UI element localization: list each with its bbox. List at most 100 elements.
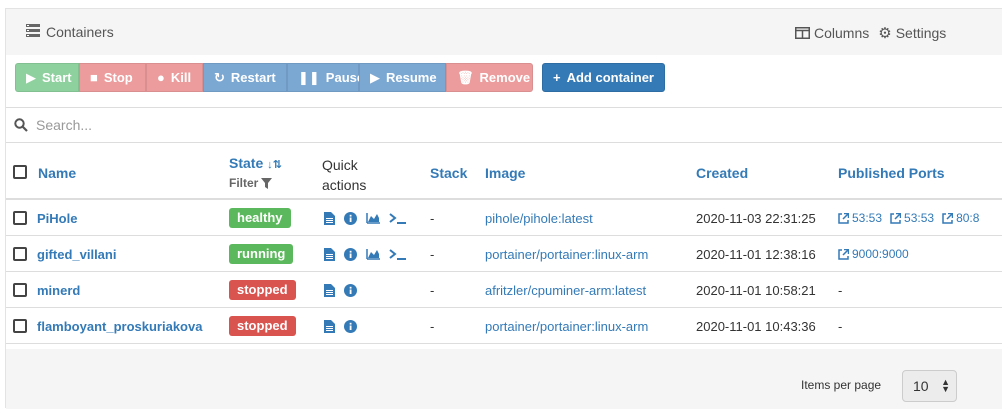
panel-header: Containers Columns ⚙ Settings [6, 9, 1002, 55]
image-link[interactable]: afritzler/cpuminer-arm:latest [485, 283, 646, 298]
info-icon[interactable] [344, 319, 357, 333]
select-arrows-icon: ▲ ▼ [941, 377, 950, 394]
kill-label: Kill [170, 70, 192, 85]
column-stack[interactable]: Stack [430, 165, 467, 181]
image-link[interactable]: pihole/pihole:latest [485, 211, 593, 226]
published-port-link[interactable]: 9000:9000 [838, 247, 909, 261]
column-image[interactable]: Image [485, 165, 525, 181]
kill-button[interactable]: ● Kill [146, 63, 203, 92]
column-published-ports[interactable]: Published Ports [838, 165, 945, 181]
items-per-page-select[interactable]: 10 ▲ ▼ [902, 370, 957, 402]
settings-button[interactable]: ⚙ Settings [878, 24, 946, 42]
columns-label: Columns [814, 25, 870, 41]
row-checkbox[interactable] [13, 283, 27, 297]
search-input[interactable] [36, 117, 636, 133]
search-bar [6, 107, 1002, 143]
file-icon[interactable] [324, 211, 335, 225]
table-footer: Items per page 10 ▲ ▼ [6, 349, 1002, 409]
info-icon[interactable] [344, 211, 357, 225]
info-icon[interactable] [344, 247, 357, 261]
container-name-link[interactable]: flamboyant_proskuriakova [37, 319, 202, 334]
published-port-link[interactable]: 53:53 [838, 211, 882, 225]
area-chart-icon[interactable] [366, 212, 380, 224]
created-value: 2020-11-03 22:31:25 [696, 210, 816, 226]
trash-icon: 🗑 [457, 69, 474, 85]
port-text: 80:8 [956, 211, 980, 225]
file-icon[interactable] [324, 247, 335, 261]
select-all-checkbox[interactable] [13, 165, 27, 179]
created-value: 2020-11-01 10:43:36 [696, 318, 816, 334]
published-port-link[interactable]: 53:53 [890, 211, 934, 225]
state-filter[interactable]: Filter [229, 176, 273, 190]
row-checkbox[interactable] [13, 319, 27, 333]
image-link[interactable]: portainer/portainer:linux-arm [485, 319, 648, 334]
panel-title: Containers [25, 24, 114, 40]
published-port-link[interactable]: 80:8 [942, 211, 979, 225]
table-row: flamboyant_proskuriakova stopped - portaine… [6, 308, 1002, 344]
terminal-icon[interactable] [389, 212, 407, 224]
info-icon[interactable] [344, 283, 357, 297]
pause-icon: ❚❚ [298, 69, 320, 85]
status-badge: stopped [229, 280, 296, 300]
area-chart-icon[interactable] [366, 248, 380, 260]
column-quick-actions: Quick actions [322, 157, 367, 193]
table-row: gifted_villani running - portainer/portaine… [6, 236, 1002, 272]
column-state-label: State [229, 155, 264, 171]
items-per-page-value: 10 [913, 378, 929, 394]
status-badge: healthy [229, 208, 291, 228]
columns-icon [795, 27, 810, 39]
external-link-icon [838, 248, 849, 260]
column-created[interactable]: Created [696, 165, 748, 181]
external-link-icon [942, 212, 954, 224]
no-ports: - [838, 282, 843, 298]
external-link-icon [838, 212, 849, 224]
file-icon[interactable] [324, 283, 335, 297]
container-name-link[interactable]: minerd [37, 283, 80, 298]
list-icon [25, 24, 41, 40]
created-value: 2020-11-01 12:38:16 [696, 246, 816, 262]
container-name-link[interactable]: PiHole [37, 211, 77, 226]
stack-value: - [430, 246, 435, 262]
column-name[interactable]: Name [38, 165, 76, 181]
table-header: Name State ↓⇅ Filter Quick actions Stack… [6, 144, 1002, 200]
columns-button[interactable]: Columns [795, 24, 869, 42]
stop-button[interactable]: ■ Stop [79, 63, 146, 92]
restart-button[interactable]: ↻ Restart [203, 63, 287, 92]
action-bar: ▶ Start ■ Stop ● Kill ↻ Restart ❚❚ Pause ▶ Res… [15, 63, 665, 93]
add-container-button[interactable]: + Add container [542, 63, 665, 92]
container-name-link[interactable]: gifted_villani [37, 247, 116, 262]
quick-actions [324, 272, 357, 308]
quick-actions [324, 308, 357, 344]
image-link[interactable]: portainer/portainer:linux-arm [485, 247, 648, 262]
port-text: 53:53 [904, 211, 935, 225]
search-icon [14, 118, 28, 132]
published-ports: - [838, 308, 842, 344]
items-per-page-label: Items per page [801, 378, 882, 392]
pause-button[interactable]: ❚❚ Pause [287, 63, 364, 92]
plus-icon: + [553, 70, 561, 85]
panel-title-text: Containers [46, 24, 114, 40]
quick-actions [324, 236, 407, 272]
table-row: PiHole healthy - pihole/pihole:latest 2020-1… [6, 200, 1002, 236]
remove-button[interactable]: 🗑 Remove [446, 63, 533, 92]
bomb-icon: ● [157, 70, 165, 85]
resume-button[interactable]: ▶ Resume [359, 63, 446, 92]
stack-value: - [430, 282, 435, 298]
column-state[interactable]: State ↓⇅ [229, 155, 282, 171]
row-checkbox[interactable] [13, 247, 27, 261]
stack-value: - [430, 210, 435, 226]
no-ports: - [838, 318, 843, 334]
containers-panel: Containers Columns ⚙ Settings ▶ Start ■ St… [5, 8, 1002, 409]
published-ports: 9000:9000 [838, 236, 917, 272]
port-text: 9000:9000 [852, 247, 909, 261]
terminal-icon[interactable] [389, 248, 407, 260]
remove-label: Remove [479, 70, 531, 85]
row-checkbox[interactable] [13, 211, 27, 225]
restart-label: Restart [230, 70, 276, 85]
refresh-icon: ↻ [214, 69, 225, 85]
settings-label: Settings [895, 25, 947, 41]
created-value: 2020-11-01 10:58:21 [696, 282, 816, 298]
file-icon[interactable] [324, 319, 335, 333]
start-label: Start [42, 70, 72, 85]
start-button[interactable]: ▶ Start [15, 63, 79, 92]
